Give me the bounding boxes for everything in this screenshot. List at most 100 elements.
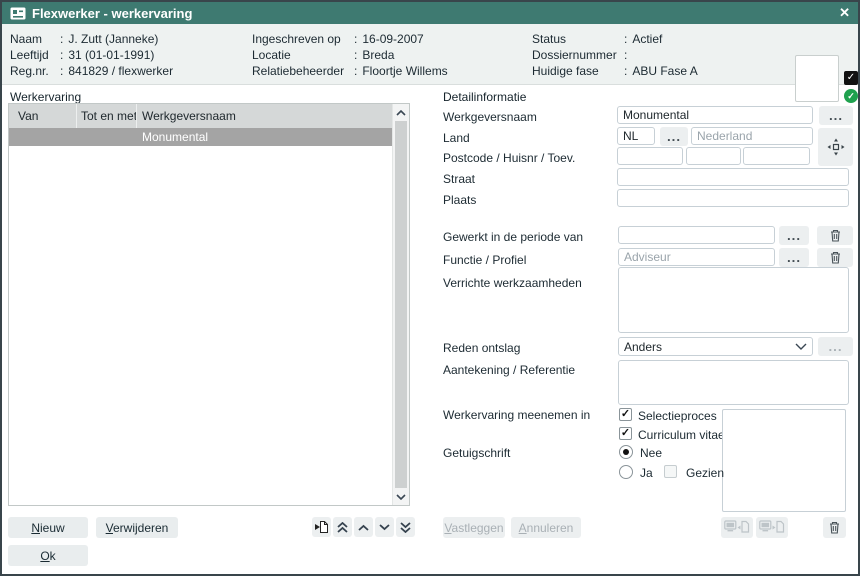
getuigschrift-label: Getuigschrift [443,446,510,460]
window-title: Flexwerker - werkervaring [32,6,192,21]
leeftijd-label: Leeftijd [10,47,60,63]
detail-section-title: Detailinformatie [443,90,526,104]
aantekening-label: Aantekening / Referentie [443,363,575,377]
land-code-input[interactable] [617,127,655,145]
flexwerker-window: Flexwerker - werkervaring ✕ Naam:J. Zutt… [0,0,860,576]
scroll-down-icon[interactable] [393,488,409,505]
move-up-icon[interactable] [354,517,373,537]
werkgeversnaam-input[interactable] [617,106,813,124]
getuigschrift-nee-label: Nee [640,446,662,460]
land-lookup-button[interactable]: ... [660,127,688,146]
reden-ontslag-select[interactable]: Anders [618,337,813,356]
getuigschrift-documents-list[interactable] [722,409,846,512]
locatie-value: Breda [362,47,394,63]
huisnr-input[interactable] [686,147,741,165]
huidige-fase-value: ABU Fase A [632,63,697,79]
toevoeging-input[interactable] [743,147,810,165]
annuleren-button[interactable]: Annuleren [511,517,581,538]
move-top-icon[interactable] [333,517,352,537]
ok-button[interactable]: Ok [8,545,88,566]
naam-label: Naam [10,31,60,47]
close-icon[interactable]: ✕ [839,5,850,21]
functie-input[interactable] [618,248,775,266]
titlebar: Flexwerker - werkervaring ✕ [2,2,858,24]
header-col-3: Status:Actief Dossiernummer: Huidige fas… [532,31,698,79]
chevron-down-icon [795,343,807,350]
reden-lookup-button[interactable]: ... [818,337,853,356]
getuigschrift-ja-label: Ja [640,466,653,480]
vastleggen-button[interactable]: Vastleggen [443,517,505,538]
werkervaring-table[interactable]: Van Tot en met Werkgeversnaam Monumental [8,103,410,506]
status-label: Status [532,31,624,47]
werkgeversnaam-lookup-button[interactable]: ... [819,106,853,125]
ingeschreven-label: Ingeschreven op [252,31,354,47]
ingeschreven-value: 16-09-2007 [362,31,423,47]
huidige-fase-label: Huidige fase [532,63,624,79]
locatie-label: Locatie [252,47,354,63]
periode-delete-icon[interactable] [817,226,853,245]
land-label: Land [443,131,470,145]
selectieproces-checkbox[interactable]: ✓ [619,408,632,421]
move-bottom-icon[interactable] [396,517,415,537]
scrollbar-thumb[interactable] [395,121,407,488]
list-scrollbar[interactable] [392,104,409,505]
id-card-icon [10,7,26,20]
status-value: Actief [632,31,662,47]
map-navigate-icon[interactable] [818,128,853,166]
nieuw-button[interactable]: Nieuw [8,517,88,538]
functie-label: Functie / Profiel [443,253,526,267]
getuigschrift-nee-radio[interactable] [619,445,633,459]
table-row[interactable]: Monumental [9,128,392,146]
functie-delete-icon[interactable] [817,248,853,267]
scroll-up-icon[interactable] [393,104,409,121]
periode-input[interactable] [618,226,775,244]
relatiebeheerder-label: Relatiebeheerder [252,63,354,79]
periode-label: Gewerkt in de periode van [443,230,583,244]
aantekening-textarea[interactable] [618,360,849,405]
export-document-icon[interactable] [756,517,788,538]
move-down-icon[interactable] [375,517,394,537]
functie-lookup-button[interactable]: ... [779,248,809,267]
gezien-label: Gezien [686,466,724,480]
straat-input[interactable] [617,168,849,186]
verwijderen-button[interactable]: Verwijderen [96,517,178,538]
postcode-input[interactable] [617,147,683,165]
column-werkgeversnaam[interactable]: Werkgeversnaam [137,104,392,128]
flexwerker-checkbox-icon[interactable]: ✓ [844,71,858,85]
gezien-checkbox[interactable] [664,465,677,478]
periode-lookup-button[interactable]: ... [779,226,809,245]
werkzaamheden-textarea[interactable] [618,267,849,333]
werkgeversnaam-label: Werkgeversnaam [443,110,537,124]
regnr-value: 841829 / flexwerker [68,63,173,79]
flexwerker-header: Naam:J. Zutt (Janneke) Leeftijd:31 (01-0… [2,24,858,85]
plaats-label: Plaats [443,193,476,207]
selectieproces-label: Selectieproces [638,409,717,423]
row-werkgeversnaam: Monumental [142,128,208,146]
document-delete-icon[interactable] [823,517,846,538]
werkervaring-section-title: Werkervaring [10,90,81,104]
postcode-label: Postcode / Huisnr / Toev. [443,151,575,165]
header-col-1: Naam:J. Zutt (Janneke) Leeftijd:31 (01-0… [10,31,173,79]
plaats-input[interactable] [617,189,849,207]
status-ok-icon: ✓ [844,89,858,103]
photo-placeholder [795,55,839,102]
column-van[interactable]: Van [9,104,77,128]
dossiernummer-label: Dossiernummer [532,47,624,63]
reden-ontslag-label: Reden ontslag [443,341,520,355]
meenemen-label: Werkervaring meenemen in [443,408,590,422]
header-col-2: Ingeschreven op:16-09-2007 Locatie:Breda… [252,31,448,79]
land-naam-input[interactable] [691,127,813,145]
werkzaamheden-label: Verrichte werkzaamheden [443,276,582,290]
relatiebeheerder-value: Floortje Willems [362,63,447,79]
goto-record-icon[interactable] [312,517,331,537]
curriculum-vitae-checkbox[interactable]: ✓ [619,427,632,440]
column-tot-en-met[interactable]: Tot en met [77,104,137,128]
getuigschrift-ja-radio[interactable] [619,465,633,479]
leeftijd-value: 31 (01-01-1991) [68,47,154,63]
import-document-icon[interactable] [721,517,753,538]
curriculum-vitae-label: Curriculum vitae [638,428,725,442]
table-header: Van Tot en met Werkgeversnaam [9,104,392,128]
straat-label: Straat [443,172,475,186]
regnr-label: Reg.nr. [10,63,60,79]
naam-value: J. Zutt (Janneke) [68,31,158,47]
